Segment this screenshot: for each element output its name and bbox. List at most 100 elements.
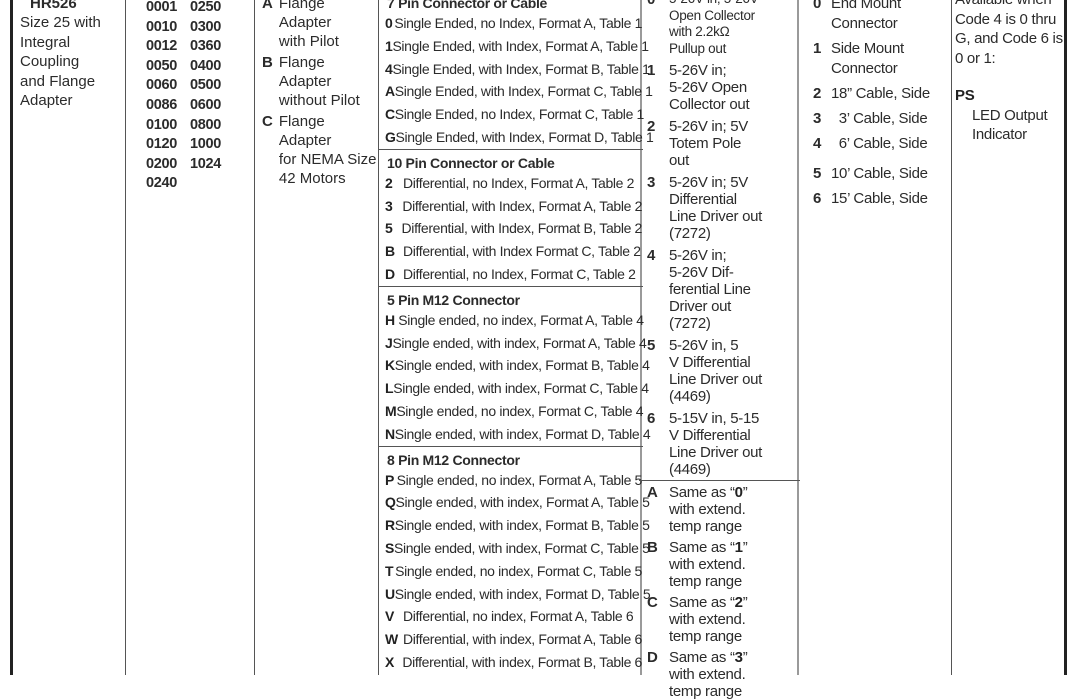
same-as-prefix: Same as “ (669, 649, 735, 666)
option-line: for NEMA Size (278, 151, 377, 168)
option-label: 5-26V in; 5-26V Open Collector out (669, 62, 750, 113)
option-code: 1 (813, 40, 822, 57)
connector-location-options: 0 End Mount Connector 1 Side Mount Connector 2… (800, 0, 950, 209)
option-line: End Mount (831, 0, 901, 12)
section-divider (379, 148, 643, 150)
option-label: Single ended, no index, Format A, Table … (394, 311, 644, 328)
option-line: temp range (669, 628, 742, 645)
option-line: Open Collector (669, 7, 755, 23)
option-line: (4469) (669, 461, 711, 478)
option-label: Differential, no index, Format A, Table … (403, 608, 634, 625)
option-code: B (262, 54, 273, 71)
option-label: Single Ended, with Index, Format B, Tabl… (392, 60, 650, 77)
option-line: 5-26V Dif- (669, 264, 734, 281)
connector-option: U Single ended, with index, Format D, Tab… (380, 583, 651, 606)
section-divider (379, 285, 643, 287)
option-code: 0 (813, 0, 822, 12)
option-label: Differential, with index, Format A, Tabl… (403, 631, 642, 648)
option-label: 10’ Cable, Side (831, 164, 928, 184)
same-as-ref: 1 (734, 539, 743, 556)
connector-location-column: 0 End Mount Connector 1 Side Mount Connector 2… (800, 0, 950, 669)
option-code: 5 (385, 220, 393, 237)
option-code: K (385, 357, 395, 374)
option-line: 5-15V in, 5-15 (669, 410, 760, 427)
description-line: and Flange (20, 72, 96, 90)
option-code: C (647, 594, 658, 611)
description-line: Coupling (20, 53, 80, 70)
model-column: HR526 Size 25 with Integral Coupling and… (20, 0, 120, 675)
connector-option: 3 Differential, with Index, Format A, Tab… (380, 195, 642, 218)
connector-location-option: 2 18” Cable, Side (800, 84, 950, 104)
connector-option: 0 Single Ended, no Index, Format A, Table… (380, 12, 642, 35)
option-label: Flange Adapter for NEMA Size 42 Motors (279, 112, 380, 188)
option-line: Line Driver out (669, 371, 763, 388)
same-as-suffix: ” (742, 539, 748, 556)
connector-location-option: 6 15’ Cable, Side (800, 189, 950, 209)
output-option: 6 5-15V in, 5-15 V Differential Line Driver… (641, 410, 798, 478)
connector-option: N Single ended, with index, Format D, Tab… (380, 423, 651, 446)
output-option: 4 5-26V in; 5-26V Dif-ferential Line Driver… (641, 247, 798, 332)
option-code-ps: PS (955, 87, 975, 104)
resolution-value: 0200 (146, 155, 178, 172)
option-label: 18” Cable, Side (831, 84, 930, 104)
option-line: temp range (669, 683, 742, 700)
same-as-ref: 3 (734, 649, 743, 666)
option-code: G (385, 128, 396, 145)
section-title: 5 Pin M12 Connector (387, 291, 520, 308)
option-line: Same as “0” (669, 484, 748, 501)
option-label: Differential, with index, Format B, Tabl… (402, 653, 642, 670)
connector-option: J Single ended, with index, Format A, Tab… (380, 332, 647, 355)
note-line: G, and Code 6 is (955, 30, 1063, 47)
option-line: 5-26V in; (669, 247, 727, 264)
connector-option: W Differential, with index, Format A, Tab… (380, 628, 642, 651)
option-label: Single ended, with index, Format D, Tabl… (394, 585, 651, 602)
availability-note: Available when Code 4 is 0 thru G, and C… (955, 0, 1065, 68)
connector-option: 5 Differential, with Index, Format B, Tab… (380, 217, 642, 240)
option-line: with extend. (669, 611, 746, 628)
option-code: A (385, 83, 395, 100)
option-line: Pullup out (669, 40, 727, 56)
option-label: End Mount Connector (831, 0, 901, 34)
option-code: 1 (385, 37, 393, 54)
option-code: L (385, 380, 394, 397)
option-line: Side Mount (831, 40, 904, 57)
connector-option: D Differential, no Index, Format C, Table… (380, 263, 642, 286)
option-code: 5 (647, 337, 656, 354)
option-code: B (385, 243, 395, 260)
option-label: Flange Adapter with Pilot (279, 0, 380, 51)
connector-option: K Single ended, with index, Format B, Tab… (380, 354, 650, 377)
connector-option: Q Single ended, with index, Format A, Tab… (380, 491, 650, 514)
resolution-column: 0001 0250 0010 0300 0012 0360 0050 0400 0060 0500… (146, 0, 251, 675)
option-line: Collector out (669, 96, 750, 113)
option-code: N (385, 425, 395, 442)
option-code: 6 (647, 410, 656, 427)
option-line: Connector (831, 15, 898, 32)
option-line: Same as “3” (669, 649, 748, 666)
option-label: Single ended, with index, Format D, Tabl… (394, 425, 651, 442)
resolution-grid: 0001 0250 0010 0300 0012 0360 0050 0400 0060 0500… (146, 0, 251, 194)
option-line: Connector (831, 60, 898, 77)
option-line: V Differential (669, 427, 751, 444)
note-line: Code 4 is 0 thru (955, 10, 1057, 28)
description-line: Adapter (20, 92, 73, 109)
ordering-guide-table: HR526 Size 25 with Integral Coupling and… (0, 0, 1080, 700)
option-line: Driver out (669, 298, 732, 315)
resolution-value: 0800 (190, 116, 222, 133)
connector-section: 8 Pin M12 Connector P Single ended, no ind… (379, 445, 651, 674)
connector-section: 7 Pin Connector or Cable 0 Single Ended, n… (380, 0, 654, 149)
option-label: Differential, no Index, Format C, Table … (403, 265, 636, 282)
option-code: A (262, 0, 273, 12)
option-label: Same as “1” with extend. temp range (669, 539, 748, 590)
connector-location-option: 5 10’ Cable, Side (800, 164, 950, 184)
column-divider (125, 0, 126, 675)
option-label: 3’ Cable, Side (831, 109, 928, 129)
option-code: 2 (647, 118, 656, 135)
option-code: V (385, 608, 394, 625)
option-line: (7272) (669, 315, 711, 332)
same-as-suffix: ” (742, 484, 748, 501)
connector-section: 10 Pin Connector or Cable 2 Differential, … (379, 148, 643, 286)
mounting-options: A Flange Adapter with Pilot B Flange Adapter… (262, 0, 380, 188)
option-code: 4 (647, 247, 656, 264)
option-line: Differential (669, 191, 737, 208)
option-label: 5-26V in; 5V Differential Line Driver out(… (669, 174, 762, 242)
